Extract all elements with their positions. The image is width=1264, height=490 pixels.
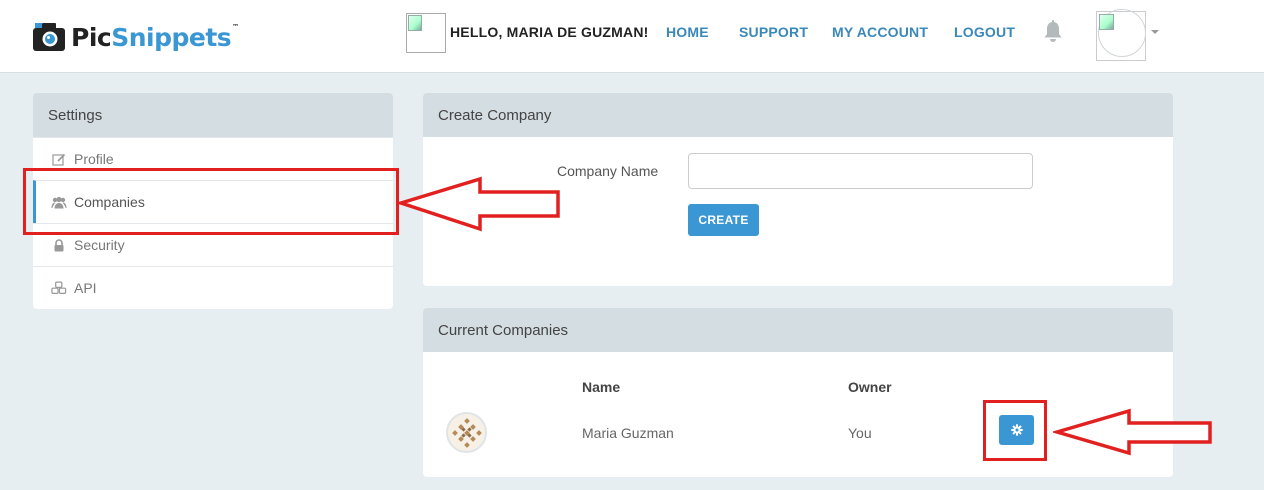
top-navbar: PicSnippets™ HELLO, MARIA DE GUZMAN! HOM… — [0, 0, 1264, 73]
create-button[interactable]: CREATE — [688, 204, 759, 236]
broken-image-icon — [408, 15, 422, 31]
broken-image-icon — [1099, 14, 1114, 30]
trademark: ™ — [232, 22, 239, 31]
create-company-title: Create Company — [423, 93, 1173, 137]
company-logo — [446, 412, 487, 453]
column-header-owner: Owner — [848, 379, 892, 395]
brand-logo[interactable]: PicSnippets™ — [33, 19, 239, 55]
camera-icon — [33, 22, 67, 52]
brand-name-part2: Snippets — [111, 22, 232, 52]
company-name-label: Company Name — [557, 163, 659, 179]
settings-title: Settings — [33, 93, 393, 137]
sidebar-item-label: Security — [74, 237, 125, 253]
bell-icon[interactable] — [1042, 20, 1064, 44]
annotation-box-settings-button — [983, 400, 1047, 461]
annotation-arrow-left — [398, 176, 560, 232]
user-greeting: HELLO, MARIA DE GUZMAN! — [450, 24, 649, 40]
column-header-name: Name — [582, 379, 621, 395]
edit-icon — [51, 152, 67, 166]
nav-support[interactable]: SUPPORT — [739, 24, 808, 40]
annotation-arrow-right — [1053, 408, 1212, 456]
user-avatar[interactable] — [1096, 9, 1146, 61]
user-profile-image — [406, 13, 446, 53]
sidebar-item-api[interactable]: API — [33, 266, 393, 309]
sidebar-item-label: API — [74, 280, 97, 296]
current-companies-title: Current Companies — [423, 308, 1173, 352]
sidebar-item-label: Profile — [74, 151, 114, 167]
chevron-down-icon[interactable] — [1151, 30, 1159, 34]
company-name-cell: Maria Guzman — [582, 425, 674, 441]
nav-logout[interactable]: LOGOUT — [954, 24, 1015, 40]
brand-name-part1: Pic — [71, 22, 112, 52]
nav-my-account[interactable]: MY ACCOUNT — [832, 24, 928, 40]
cubes-icon — [51, 281, 67, 295]
brand-name: PicSnippets™ — [71, 23, 239, 52]
annotation-box-companies — [23, 168, 399, 235]
company-name-input[interactable] — [688, 153, 1033, 189]
company-owner-cell: You — [848, 425, 872, 441]
nav-home[interactable]: HOME — [666, 24, 709, 40]
lock-icon — [51, 238, 67, 252]
